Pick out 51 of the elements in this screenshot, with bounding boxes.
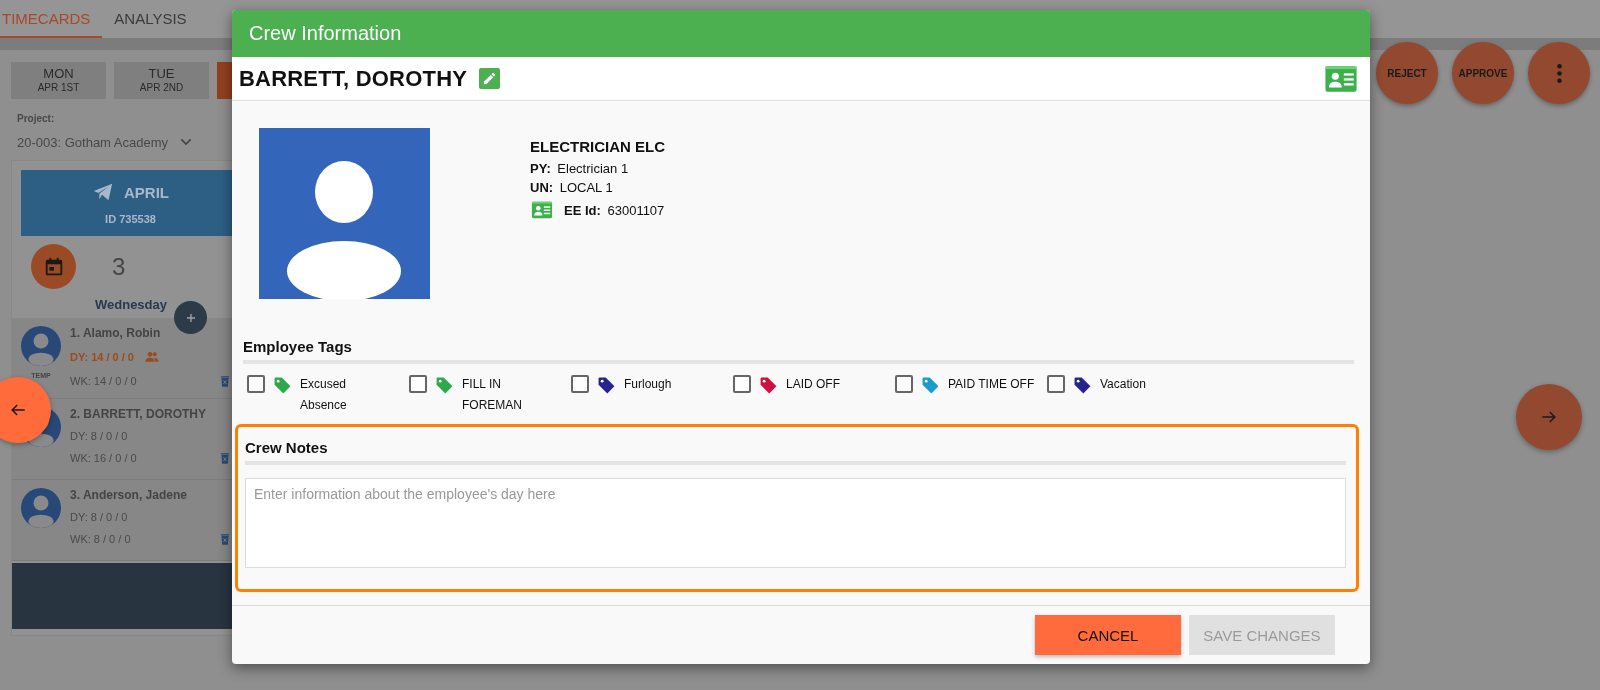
field-text: EE Id: 63001107	[564, 202, 665, 218]
count-text: 3	[112, 252, 126, 281]
people-icon	[144, 349, 160, 365]
tag-label: Vacation	[1100, 376, 1147, 393]
next-button[interactable]	[1516, 384, 1582, 450]
tag-label: PAID TIME OFF	[948, 376, 1036, 393]
day-button[interactable]: MON APR 1ST	[11, 62, 106, 99]
avatar-icon	[21, 488, 61, 528]
action-button[interactable]: APPROVE	[1452, 42, 1514, 104]
checkbox[interactable]	[733, 375, 751, 393]
pencil-icon	[482, 71, 498, 86]
edit-button[interactable]	[479, 68, 501, 89]
field-text: UN: LOCAL 1	[530, 180, 613, 195]
checkbox[interactable]	[247, 375, 265, 393]
tag-label: LAID OFF	[786, 376, 841, 393]
dialog-button[interactable]: CANCEL	[1035, 615, 1181, 655]
nav-tab[interactable]: ANALYSIS	[112, 0, 199, 38]
checkbox[interactable]	[409, 375, 427, 393]
checkbox[interactable]	[571, 375, 589, 393]
trade-title: ELECTRICIAN ELC	[530, 138, 665, 155]
trash-icon[interactable]	[218, 374, 232, 388]
project-dropdown[interactable]: 20-003: Gotham Academy	[17, 134, 232, 150]
avatar-icon	[259, 128, 430, 299]
timecard-header[interactable]: APRIL ID 735538	[21, 170, 232, 236]
calendar-button[interactable]	[31, 244, 76, 289]
field-text: PY: Electrician 1	[530, 161, 629, 176]
day-hours: DY: 14 / 0 / 0	[70, 351, 134, 363]
crew-name: 3. Anderson, Jadene	[70, 488, 188, 502]
dialog-title: Crew Information	[232, 10, 1370, 57]
tag-label: Furlough	[624, 376, 673, 393]
notes-field[interactable]: Enter information about the employee's day here	[245, 478, 1346, 568]
id-card-icon	[530, 199, 554, 221]
trash-icon[interactable]	[218, 532, 232, 546]
weekday-label: Wednesday	[94, 297, 168, 312]
section-heading: Crew Notes	[245, 439, 1346, 465]
avatar-icon	[21, 326, 61, 366]
section-heading: Employee Tags	[243, 338, 1354, 364]
project-label: Project:	[17, 113, 56, 124]
more-icon	[1556, 63, 1562, 83]
checkbox[interactable]	[895, 375, 913, 393]
employee-name: BARRETT, DOROTHY	[239, 65, 468, 92]
crew-name: 1. Alamo, Robin	[70, 326, 162, 340]
trash-icon[interactable]	[218, 451, 232, 465]
day-button[interactable]: TUE APR 2ND	[114, 62, 209, 99]
paper-plane-icon	[92, 181, 114, 203]
tag-label: Excused Absence	[300, 376, 348, 414]
more-button[interactable]	[1528, 42, 1590, 104]
action-button[interactable]: REJECT	[1376, 42, 1438, 104]
tag-label: FILL IN FOREMAN	[462, 376, 523, 414]
checkbox[interactable]	[1047, 375, 1065, 393]
crew-name: 2. BARRETT, DOROTHY	[70, 407, 207, 421]
